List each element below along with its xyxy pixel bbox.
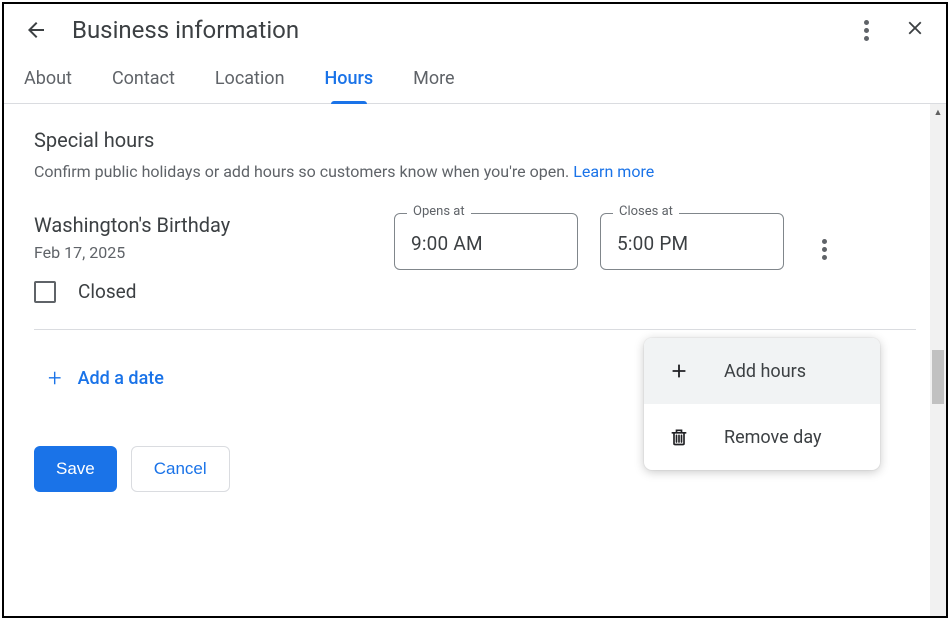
trash-icon bbox=[668, 426, 690, 448]
scrollbar[interactable]: ▲ bbox=[930, 104, 946, 616]
section-description: Confirm public holidays or add hours so … bbox=[34, 162, 916, 181]
dot-icon bbox=[822, 255, 827, 260]
closes-at-input[interactable]: Closes at 5:00 PM bbox=[600, 213, 784, 270]
closes-at-value: 5:00 PM bbox=[617, 232, 767, 255]
menu-add-hours[interactable]: Add hours bbox=[644, 338, 880, 404]
tab-contact[interactable]: Contact bbox=[112, 68, 175, 103]
learn-more-link[interactable]: Learn more bbox=[573, 162, 654, 181]
section-title: Special hours bbox=[34, 128, 916, 152]
opens-at-label: Opens at bbox=[407, 204, 471, 219]
dot-icon bbox=[864, 20, 869, 25]
close-button[interactable] bbox=[904, 17, 926, 43]
closed-checkbox[interactable] bbox=[34, 281, 56, 303]
dot-icon bbox=[822, 247, 827, 252]
add-date-label: Add a date bbox=[78, 368, 164, 389]
tab-more[interactable]: More bbox=[413, 68, 454, 103]
closed-label: Closed bbox=[78, 280, 136, 303]
plus-icon: + bbox=[48, 366, 62, 390]
holiday-row: Washington's Birthday Feb 17, 2025 Close… bbox=[34, 213, 916, 330]
arrow-left-icon bbox=[24, 18, 48, 42]
dot-icon bbox=[864, 28, 869, 33]
plus-icon bbox=[668, 360, 690, 382]
page-title: Business information bbox=[72, 16, 832, 44]
header-menu-button[interactable] bbox=[856, 20, 876, 41]
menu-remove-day[interactable]: Remove day bbox=[644, 404, 880, 470]
row-menu-popup: Add hours Remove day bbox=[644, 338, 880, 470]
dot-icon bbox=[864, 36, 869, 41]
close-icon bbox=[904, 17, 926, 39]
opens-at-input[interactable]: Opens at 9:00 AM bbox=[394, 213, 578, 270]
tab-bar: About Contact Location Hours More bbox=[4, 52, 946, 104]
tab-hours[interactable]: Hours bbox=[325, 68, 374, 103]
closes-at-label: Closes at bbox=[613, 204, 679, 219]
tab-about[interactable]: About bbox=[24, 68, 72, 103]
scrollbar-thumb[interactable] bbox=[932, 350, 944, 404]
back-button[interactable] bbox=[24, 18, 48, 42]
save-button[interactable]: Save bbox=[34, 446, 117, 492]
cancel-button[interactable]: Cancel bbox=[131, 446, 230, 492]
opens-at-value: 9:00 AM bbox=[411, 232, 561, 255]
scroll-up-icon: ▲ bbox=[930, 104, 946, 120]
holiday-date: Feb 17, 2025 bbox=[34, 243, 374, 262]
dot-icon bbox=[822, 239, 827, 244]
row-menu-button[interactable] bbox=[814, 239, 834, 260]
tab-location[interactable]: Location bbox=[215, 68, 285, 103]
holiday-name: Washington's Birthday bbox=[34, 213, 374, 237]
